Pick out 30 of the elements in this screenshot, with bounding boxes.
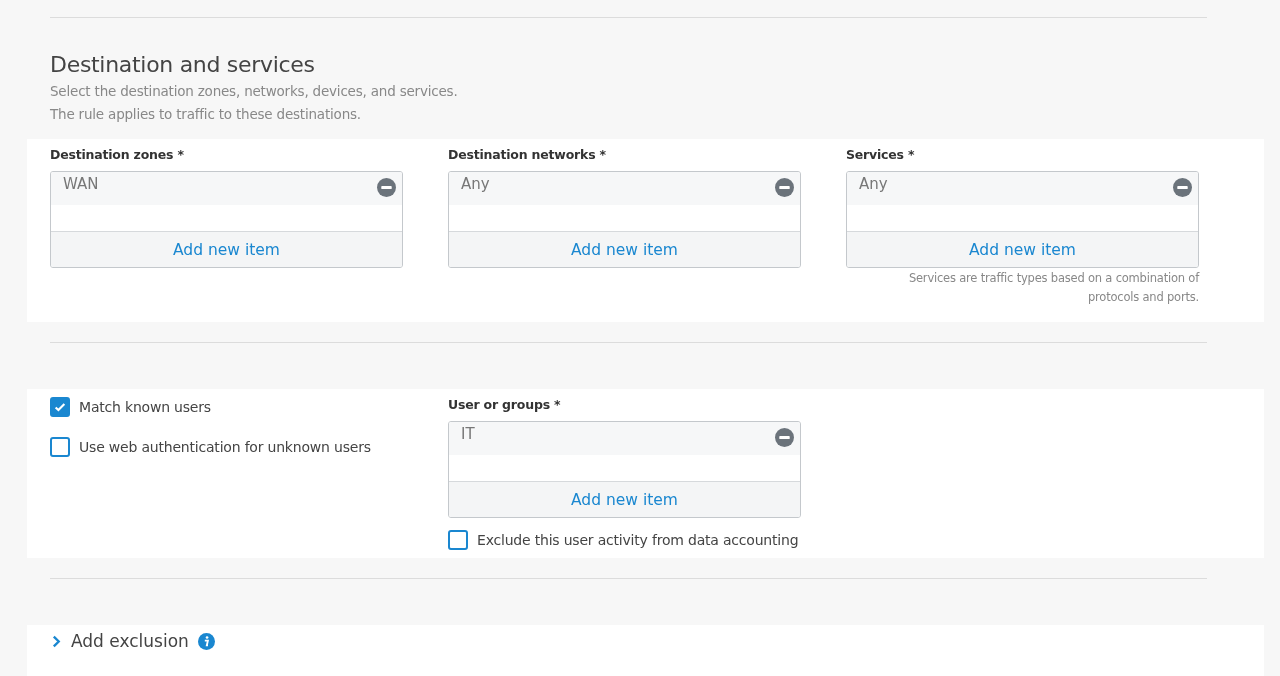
info-icon[interactable] [197, 632, 215, 650]
field-label: User or groups * [448, 397, 562, 414]
help-text: Services are traffic types based on a combination of protocols and ports. [907, 270, 1199, 306]
section-description: The rule applies to traffic to these destinations. [50, 105, 362, 124]
add-item-button[interactable]: Add new item [847, 232, 1198, 267]
chevron-icon[interactable] [52, 634, 61, 648]
list-item[interactable]: IT [461, 425, 475, 443]
field-label: Destination networks * [448, 147, 607, 164]
add-item-button[interactable]: Add new item [449, 232, 800, 267]
checkbox[interactable] [50, 437, 70, 457]
check-icon [53, 400, 67, 414]
checkbox[interactable] [50, 397, 70, 417]
section-description: Select the destination zones, networks, devices, and services. [50, 82, 459, 101]
field-label: Services * [846, 147, 916, 164]
add-item-button[interactable]: Add new item [51, 232, 402, 267]
remove-icon[interactable] [377, 178, 396, 197]
remove-icon[interactable] [1173, 178, 1192, 197]
checkbox-label: Use web authentication for unknown users [79, 439, 371, 455]
expander-label[interactable]: Add exclusion [71, 631, 189, 651]
checkbox[interactable] [448, 530, 468, 550]
remove-icon[interactable] [775, 178, 794, 197]
checkbox-label: Match known users [79, 399, 211, 415]
section-title: Destination and services [50, 51, 316, 79]
add-item-button[interactable]: Add new item [449, 482, 800, 517]
field-label: Destination zones * [50, 147, 185, 164]
list-item[interactable]: Any [461, 175, 490, 193]
list-item[interactable]: WAN [63, 175, 99, 193]
checkbox-label: Exclude this user activity from data accounting [477, 532, 799, 548]
remove-icon[interactable] [775, 428, 794, 447]
list-item[interactable]: Any [859, 175, 888, 193]
